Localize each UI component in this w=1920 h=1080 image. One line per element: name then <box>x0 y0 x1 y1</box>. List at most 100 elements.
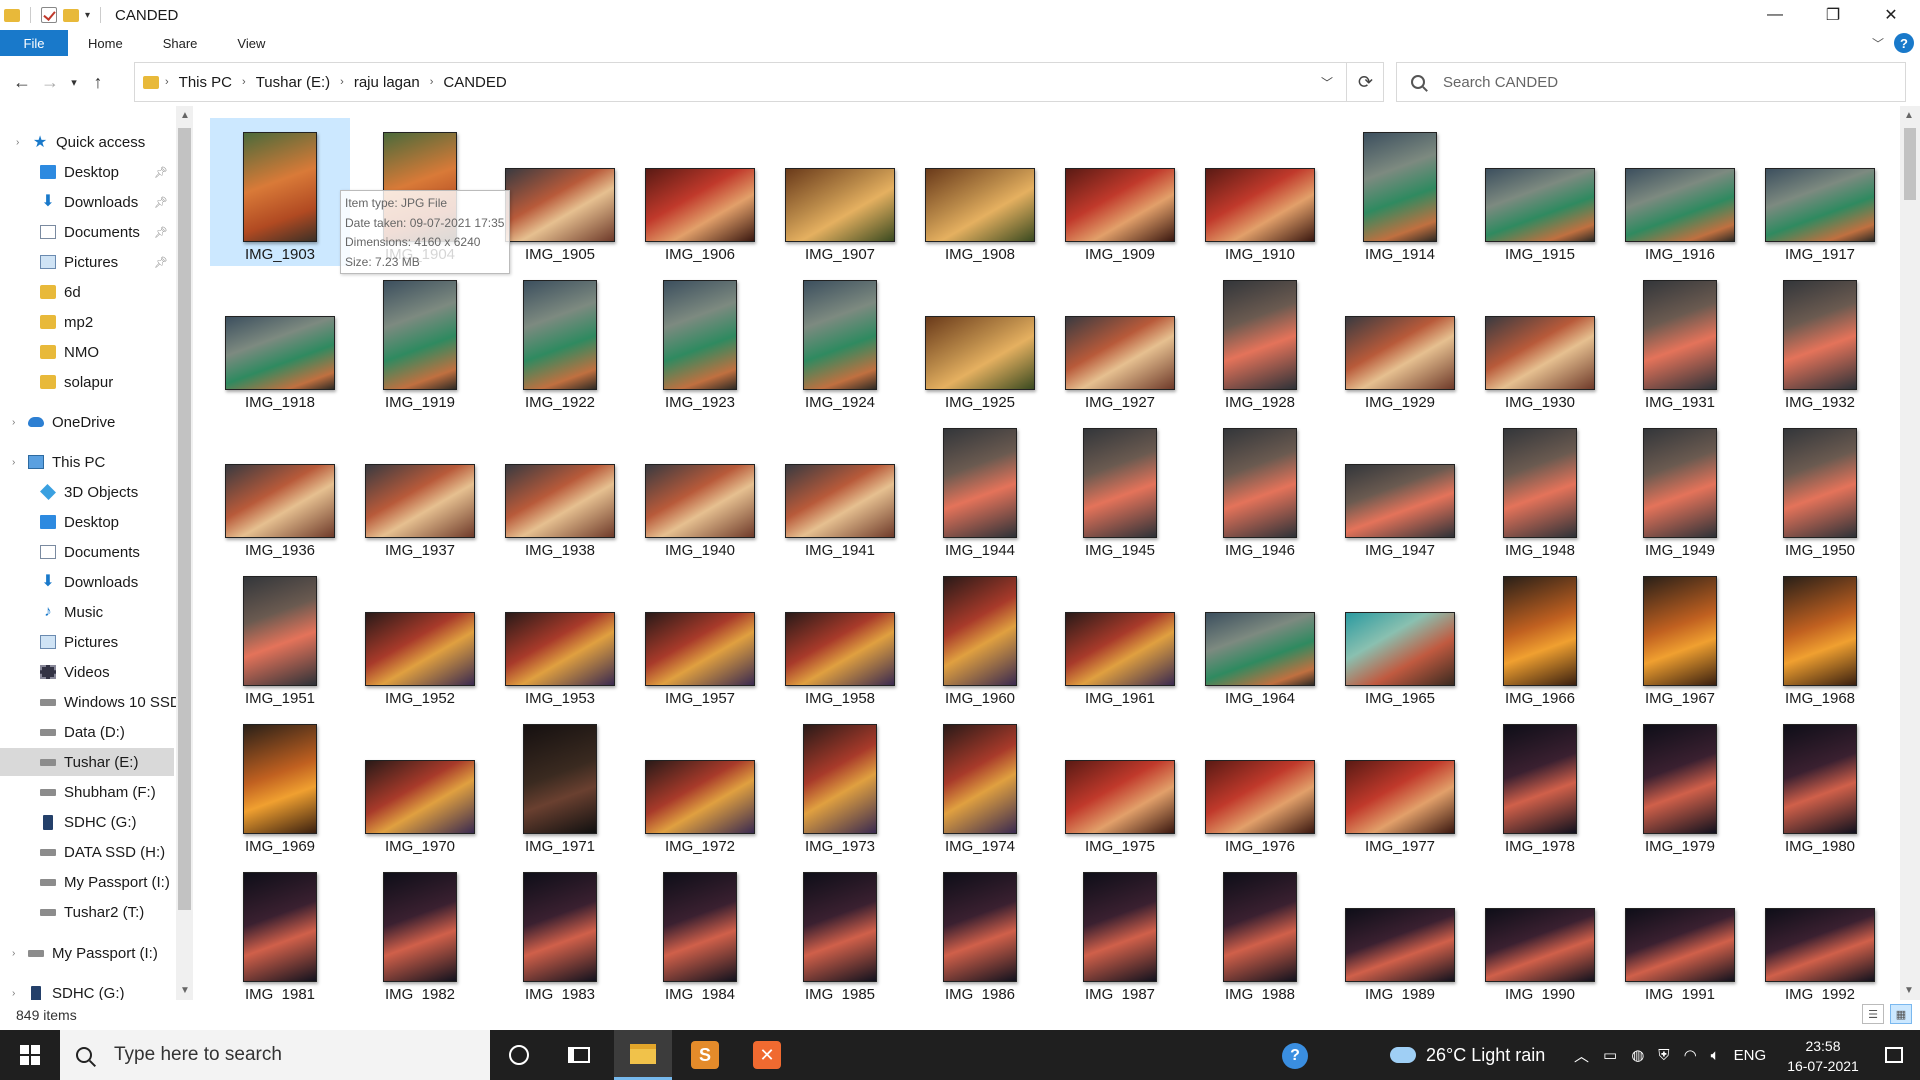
sidebar-item-this-pc-entry[interactable]: ⬇ Downloads <box>0 568 176 596</box>
file-tile[interactable]: IMG_1916 <box>1610 118 1750 266</box>
file-tile[interactable]: IMG_1953 <box>490 562 630 710</box>
expand-chevron-icon[interactable]: › <box>12 988 15 999</box>
file-tile[interactable]: IMG_1952 <box>350 562 490 710</box>
file-tile[interactable]: IMG_1948 <box>1470 414 1610 562</box>
sidebar-item-quick-access-entry[interactable]: NMO <box>0 338 176 366</box>
file-tile[interactable]: IMG_1992 <box>1750 858 1890 1000</box>
file-tile[interactable]: IMG_1903 <box>210 118 350 266</box>
sidebar-item-this-pc-entry[interactable]: 3D Objects <box>0 478 176 506</box>
file-tile[interactable]: IMG_1914 <box>1330 118 1470 266</box>
new-folder-icon[interactable] <box>63 8 79 22</box>
file-tile[interactable]: IMG_1937 <box>350 414 490 562</box>
sidebar-item-quick-access-entry[interactable]: ⬇ Downloads 📌︎ <box>0 188 176 216</box>
breadcrumb-tushar-e[interactable]: Tushar (E:) <box>256 74 330 91</box>
file-tile[interactable]: IMG_1976 <box>1190 710 1330 858</box>
breadcrumb-raju-lagan[interactable]: raju lagan <box>354 74 420 91</box>
file-tile[interactable]: IMG_1925 <box>910 266 1050 414</box>
file-tile[interactable]: IMG_1924 <box>770 266 910 414</box>
volume-icon[interactable]: 🔈︎ <box>1711 1047 1720 1064</box>
file-tile[interactable]: IMG_1983 <box>490 858 630 1000</box>
file-tile[interactable]: IMG_1965 <box>1330 562 1470 710</box>
expand-ribbon-icon[interactable]: ﹀ <box>1872 35 1884 52</box>
chevron-up-icon[interactable]: ︿ <box>1574 1045 1589 1066</box>
maximize-button[interactable]: ❐ <box>1804 0 1862 30</box>
file-tile[interactable]: IMG_1907 <box>770 118 910 266</box>
cortana-button[interactable] <box>490 1030 548 1080</box>
file-tile[interactable]: IMG_1945 <box>1050 414 1190 562</box>
file-list-scrollbar[interactable]: ▲ ▼ <box>1900 106 1920 1000</box>
file-tile[interactable]: IMG_1990 <box>1470 858 1610 1000</box>
file-tile[interactable]: IMG_1987 <box>1050 858 1190 1000</box>
network-globe-icon[interactable]: ◍ <box>1631 1046 1644 1064</box>
file-tile[interactable]: IMG_1977 <box>1330 710 1470 858</box>
file-tile[interactable]: IMG_1979 <box>1610 710 1750 858</box>
file-tile[interactable]: IMG_1989 <box>1330 858 1470 1000</box>
task-view-button[interactable] <box>550 1030 608 1080</box>
up-arrow-icon[interactable]: ↑ <box>84 72 112 93</box>
taskbar-search[interactable]: Type here to search <box>60 1030 490 1080</box>
details-view-icon[interactable]: ☰ <box>1862 1004 1884 1024</box>
address-bar[interactable]: › This PC › Tushar (E:) › raju lagan › C… <box>134 62 1384 102</box>
file-tile[interactable]: IMG_1950 <box>1750 414 1890 562</box>
file-tile[interactable]: IMG_1929 <box>1330 266 1470 414</box>
file-tile[interactable]: IMG_1972 <box>630 710 770 858</box>
file-tile[interactable]: IMG_1978 <box>1470 710 1610 858</box>
clock[interactable]: 23:58 16-07-2021 <box>1778 1036 1868 1076</box>
file-tile[interactable]: IMG_1909 <box>1050 118 1190 266</box>
forward-arrow-icon[interactable]: → <box>36 72 64 93</box>
file-tile[interactable]: IMG_1944 <box>910 414 1050 562</box>
file-tile[interactable]: IMG_1984 <box>630 858 770 1000</box>
properties-icon[interactable] <box>41 7 57 23</box>
scroll-down-icon[interactable]: ▼ <box>1904 985 1914 996</box>
file-tile[interactable]: IMG_1936 <box>210 414 350 562</box>
sidebar-item-this-pc-entry[interactable]: My Passport (I:) <box>0 868 176 896</box>
breadcrumb-canded[interactable]: CANDED <box>443 74 506 91</box>
file-tile[interactable]: IMG_1910 <box>1190 118 1330 266</box>
file-tile[interactable]: IMG_1928 <box>1190 266 1330 414</box>
sidebar-item-this-pc-entry[interactable]: Tushar (E:) <box>0 748 174 776</box>
file-explorer-taskbar-button[interactable] <box>614 1030 672 1080</box>
sidebar-item-this-pc-entry[interactable]: DATA SSD (H:) <box>0 838 176 866</box>
expand-chevron-icon[interactable]: › <box>12 417 15 428</box>
file-tile[interactable]: IMG_1988 <box>1190 858 1330 1000</box>
close-button[interactable]: ✕ <box>1862 0 1920 30</box>
file-tile[interactable]: IMG_1986 <box>910 858 1050 1000</box>
file-tile[interactable]: IMG_1981 <box>210 858 350 1000</box>
tab-home[interactable]: Home <box>68 30 143 56</box>
file-tile[interactable]: IMG_1966 <box>1470 562 1610 710</box>
scrollbar-thumb[interactable] <box>178 128 191 910</box>
antivirus-icon[interactable]: ⛨ <box>1658 1047 1669 1064</box>
file-tile[interactable]: IMG_1905 <box>490 118 630 266</box>
file-tile[interactable]: IMG_1940 <box>630 414 770 562</box>
address-dropdown-icon[interactable]: ﹀ <box>1321 74 1333 91</box>
sidebar-item-this-pc-entry[interactable]: Shubham (F:) <box>0 778 176 806</box>
sidebar-item-this-pc-entry[interactable]: Data (D:) <box>0 718 176 746</box>
sidebar-item-quick-access[interactable]: ★ Quick access › <box>0 128 176 156</box>
expand-chevron-icon[interactable]: › <box>12 457 15 468</box>
file-tile[interactable]: IMG_1941 <box>770 414 910 562</box>
sidebar-item-quick-access-entry[interactable]: solapur <box>0 368 176 396</box>
file-tile[interactable]: IMG_1964 <box>1190 562 1330 710</box>
sidebar-item-this-pc[interactable]: This PC › <box>0 448 176 476</box>
file-tile[interactable]: IMG_1958 <box>770 562 910 710</box>
file-tile[interactable]: IMG_1968 <box>1750 562 1890 710</box>
tab-file[interactable]: File <box>0 30 68 56</box>
file-tile[interactable]: IMG_1919 <box>350 266 490 414</box>
refresh-button[interactable]: ⟳ <box>1346 62 1384 102</box>
language-indicator[interactable]: ENG <box>1734 1047 1767 1064</box>
sidebar-item-quick-access-entry[interactable]: mp2 <box>0 308 176 336</box>
get-help-icon[interactable]: ? <box>1282 1043 1308 1069</box>
file-tile[interactable]: IMG_1970 <box>350 710 490 858</box>
sidebar-item-drive[interactable]: SDHC (G:) › <box>0 979 176 1000</box>
sidebar-item-this-pc-entry[interactable]: Videos <box>0 658 176 686</box>
sidebar-item-this-pc-entry[interactable]: Documents <box>0 538 176 566</box>
sidebar-item-quick-access-entry[interactable]: Pictures 📌︎ <box>0 248 176 276</box>
file-tile[interactable]: IMG_1949 <box>1610 414 1750 562</box>
weather-widget[interactable]: 26°C Light rain <box>1390 1030 1545 1080</box>
scroll-up-icon[interactable]: ▲ <box>1904 110 1914 121</box>
file-tile[interactable]: IMG_1957 <box>630 562 770 710</box>
sublime-text-taskbar-button[interactable]: S <box>676 1030 734 1080</box>
action-center-button[interactable] <box>1868 1030 1920 1080</box>
sidebar-item-this-pc-entry[interactable]: Desktop <box>0 508 176 536</box>
file-tile[interactable]: IMG_1931 <box>1610 266 1750 414</box>
